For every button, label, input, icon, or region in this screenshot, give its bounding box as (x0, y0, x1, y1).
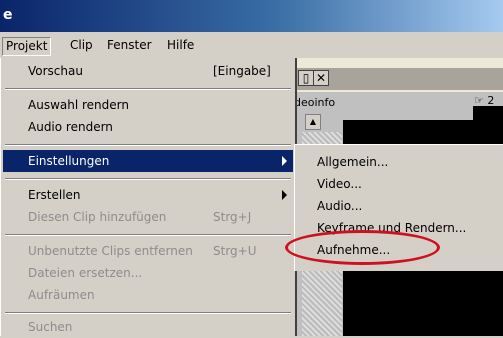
projekt-menu: Vorschau [Eingabe] Auswahl rendern Audio… (0, 58, 297, 336)
close-button[interactable]: ✕ (313, 70, 329, 86)
menu-item-label: Diesen Clip hinzufügen (28, 210, 167, 224)
menu-item-label: Audio rendern (28, 120, 113, 134)
submenu-item-video[interactable]: Video... (295, 173, 503, 195)
submenu-item-label: Video... (317, 177, 362, 191)
menu-separator (5, 312, 291, 314)
menu-separator (5, 144, 291, 146)
shortcut-label: Strg+J (213, 210, 252, 224)
title-bar: e (0, 0, 503, 32)
submenu-item-audio[interactable]: Audio... (295, 195, 503, 217)
menu-clip[interactable]: Clip (67, 37, 96, 54)
window-title: e (3, 7, 13, 23)
menu-item-label: Vorschau (28, 64, 83, 78)
menu-item-audio-rendern[interactable]: Audio rendern (3, 116, 293, 138)
menu-item-unbenutzte-clips-entfernen[interactable]: Unbenutzte Clips entfernen Strg+U (3, 240, 293, 262)
menu-hilfe[interactable]: Hilfe (164, 37, 197, 54)
menu-item-label: Dateien ersetzen... (28, 266, 143, 280)
submenu-item-allgemein[interactable]: Allgemein... (295, 151, 503, 173)
submenu-item-label: Allgemein... (317, 155, 389, 169)
menu-item-suchen[interactable]: Suchen (3, 316, 293, 338)
submenu-item-label: Audio... (317, 199, 363, 213)
shortcut-label: Strg+U (213, 244, 257, 258)
menu-separator (5, 88, 291, 90)
menu-fenster[interactable]: Fenster (104, 37, 155, 54)
submenu-arrow-icon (282, 156, 287, 166)
menu-item-vorschau[interactable]: Vorschau [Eingabe] (3, 60, 293, 82)
highlight-annotation-ellipse (285, 230, 440, 265)
menu-item-auswahl-rendern[interactable]: Auswahl rendern (3, 94, 293, 116)
menu-separator (5, 178, 291, 180)
menu-item-dateien-ersetzen[interactable]: Dateien ersetzen... (3, 262, 293, 284)
menu-projekt[interactable]: Projekt (2, 37, 52, 56)
menu-item-label: Suchen (28, 320, 73, 334)
menu-item-clip-hinzufuegen[interactable]: Diesen Clip hinzufügen Strg+J (3, 206, 293, 228)
menu-item-erstellen[interactable]: Erstellen (3, 184, 293, 206)
menu-item-label: Auswahl rendern (28, 98, 129, 112)
menu-separator (5, 234, 291, 236)
restore-button[interactable]: ▯ (298, 70, 313, 86)
submenu-arrow-icon (282, 190, 287, 200)
menu-item-aufraeumen[interactable]: Aufräumen (3, 284, 293, 306)
menu-item-label: Unbenutzte Clips entfernen (28, 244, 193, 258)
menu-item-einstellungen[interactable]: Einstellungen (3, 150, 293, 172)
menu-item-label: Erstellen (28, 188, 81, 202)
menu-bar: Projekt Clip Fenster Hilfe (0, 32, 503, 59)
video-info-label: deoinfo (294, 96, 336, 109)
scroll-up-icon[interactable]: ▲ (305, 114, 321, 130)
menu-item-label: Einstellungen (28, 154, 110, 168)
menu-item-label: Aufräumen (28, 288, 95, 302)
shortcut-label: [Eingabe] (213, 64, 271, 78)
